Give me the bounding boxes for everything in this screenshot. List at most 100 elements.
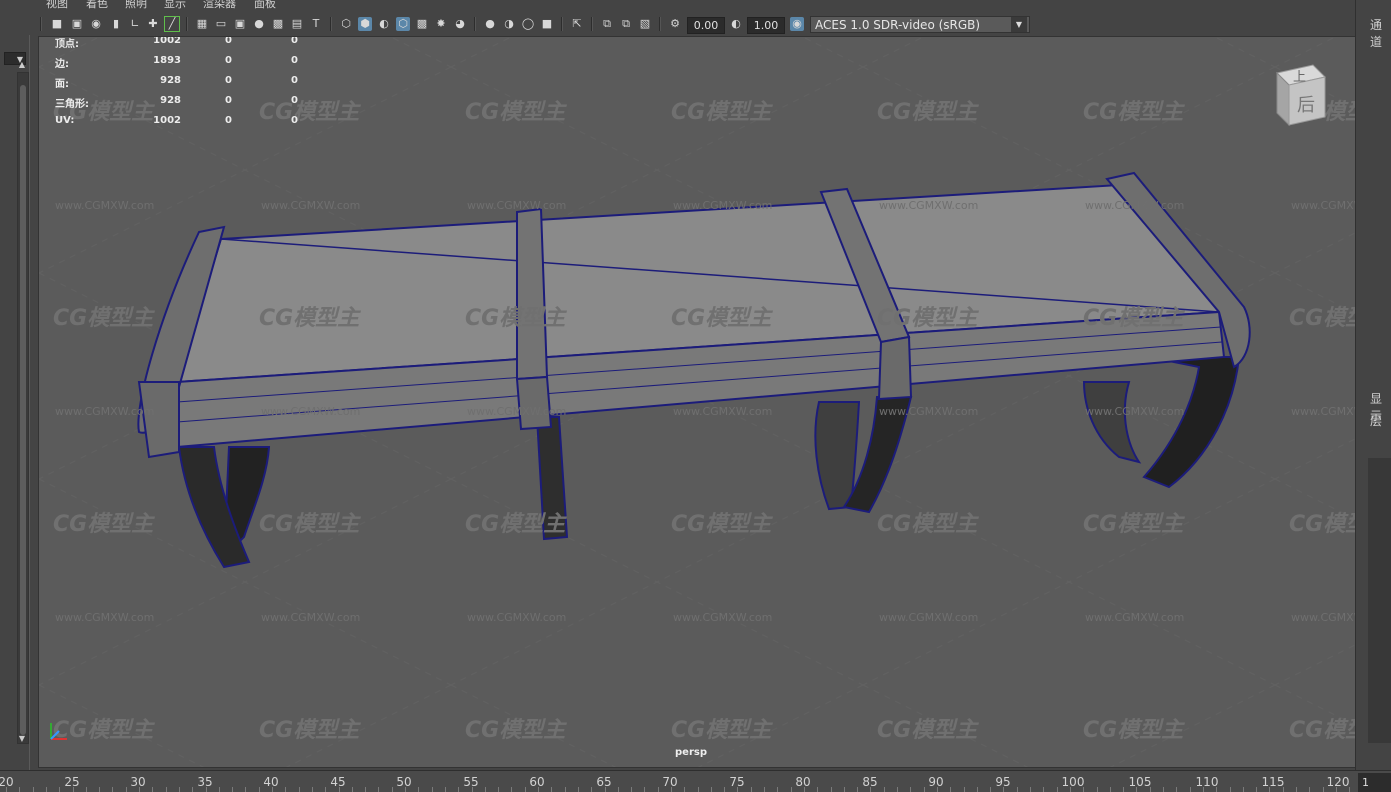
menu-renderer[interactable]: 渲染器	[203, 0, 236, 11]
3d-viewport[interactable]: CG模型主 CG模型主 CG模型主 CG模型主 CG模型主 CG模型主 CG模型…	[38, 36, 1357, 768]
menu-view[interactable]: 视图	[46, 0, 68, 11]
anti-aliasing-icon[interactable]: ◯	[521, 17, 535, 31]
select-camera-icon[interactable]: ■	[50, 17, 64, 31]
default-material-icon[interactable]: ◐	[377, 17, 391, 31]
frame-tick-mark	[618, 787, 619, 792]
bookmark-icon[interactable]: ◉	[89, 17, 103, 31]
hud-label: 顶点:	[55, 39, 79, 50]
hud-value: 1002	[153, 36, 181, 46]
shadows-icon[interactable]: ◕	[453, 17, 467, 31]
camera-name-label: persp	[675, 747, 707, 758]
smooth-shade-icon[interactable]: ⬢	[358, 17, 372, 31]
film-gate-icon[interactable]: ▭	[214, 17, 228, 31]
watermark-logo: CG模型主	[1289, 718, 1356, 743]
bench-band-a-front[interactable]	[515, 375, 553, 431]
image-plane-icon[interactable]: ▮	[109, 17, 123, 31]
frame-tick-mark	[1110, 787, 1111, 792]
color-space-label: ACES 1.0 SDR-video (sRGB)	[815, 18, 981, 32]
frame-tick-mark	[937, 787, 938, 792]
xray-icon[interactable]: ⧉	[600, 17, 614, 31]
grid-icon[interactable]: ▦	[195, 17, 209, 31]
scroll-down-icon[interactable]: ▼	[17, 734, 27, 744]
frame-tick-mark	[259, 787, 260, 792]
frame-tick-label: 50	[396, 775, 412, 789]
frame-tick-mark	[339, 787, 340, 792]
toolbar-separator	[330, 17, 332, 31]
scroll-up-icon[interactable]: ▲	[17, 60, 27, 70]
screen-space-ao-icon[interactable]: ●	[483, 17, 497, 31]
viewport-canvas[interactable]: CG模型主 CG模型主 CG模型主 CG模型主 CG模型主 CG模型主 CG模型…	[39, 37, 1356, 767]
motion-blur-icon[interactable]: ◑	[502, 17, 516, 31]
watermark-url: www.CGMXW.com	[261, 611, 360, 624]
view-cube[interactable]: 上 后	[1273, 63, 1329, 129]
channel-box-tab[interactable]: 通道	[1370, 16, 1391, 50]
watermark-url: www.CGMXW.com	[1085, 405, 1184, 418]
current-frame-field[interactable]: 1	[1358, 773, 1391, 792]
watermark-logo: CG模型主	[877, 100, 979, 125]
gamma-icon[interactable]: ◐	[729, 17, 743, 31]
bench-band-a[interactable]	[516, 207, 549, 381]
frame-tick-mark	[977, 787, 978, 792]
field-chart-icon[interactable]: ▩	[271, 17, 285, 31]
wireframe-icon[interactable]: ⬡	[339, 17, 353, 31]
watermark-logo: CG模型主	[259, 306, 361, 331]
menu-shading[interactable]: 着色	[86, 0, 108, 11]
color-management-icon[interactable]: ◉	[790, 17, 804, 31]
frame-tick-mark	[870, 787, 871, 792]
frame-tick-mark	[751, 787, 752, 792]
menu-lighting[interactable]: 照明	[125, 0, 147, 11]
menu-panels[interactable]: 面板	[254, 0, 276, 11]
gamma-field[interactable]: 1.00	[747, 17, 785, 34]
watermark-logo: CG模型主	[465, 100, 567, 125]
frame-tick-label: 45	[330, 775, 346, 789]
layer-tab[interactable]: 层	[1370, 412, 1382, 429]
grid-toggle-icon[interactable]: ╱	[164, 16, 180, 32]
exposure-field[interactable]: 0.00	[687, 17, 725, 34]
frame-tick-mark	[924, 787, 925, 792]
wireframe-on-shaded-icon[interactable]: ⬡	[396, 17, 410, 31]
frame-tick-mark	[299, 787, 300, 792]
frame-tick-mark	[511, 787, 512, 792]
frame-tick-mark	[1176, 787, 1177, 792]
resolution-gate-icon[interactable]: ▣	[233, 17, 247, 31]
exposure-icon[interactable]: ⚙	[668, 17, 682, 31]
frame-tick-label: 105	[1128, 775, 1152, 789]
chevron-down-icon: ▼	[1011, 17, 1027, 32]
left-scrollbar-thumb[interactable]	[20, 85, 26, 735]
hud-value: 928	[160, 95, 181, 106]
watermark-logo: CG模型主	[465, 718, 567, 743]
frame-tick-mark	[884, 787, 885, 792]
hud-row-edges: 边: 1893 0 0	[55, 55, 315, 70]
grease-pencil-icon[interactable]: ✚	[146, 17, 160, 31]
left-scrollbar[interactable]	[17, 72, 29, 744]
menu-show[interactable]: 显示	[164, 0, 186, 11]
layer-editor-panel[interactable]	[1368, 458, 1391, 743]
2d-pan-zoom-icon[interactable]: ∟	[128, 17, 142, 31]
safe-title-icon[interactable]: T	[309, 17, 323, 31]
frame-tick-mark	[1017, 787, 1018, 792]
hud-label: UV:	[55, 115, 75, 126]
hud-value: 0	[291, 36, 298, 46]
view-cube-top-label: 上	[1293, 70, 1306, 85]
time-slider[interactable]: 20 25 30 35 40 45 50 55 60 65 70 75 80 8…	[0, 770, 1391, 792]
textured-icon[interactable]: ▩	[415, 17, 429, 31]
gate-mask-icon[interactable]: ●	[252, 17, 266, 31]
xray-joints-icon[interactable]: ⧉	[619, 17, 633, 31]
color-space-dropdown[interactable]: ACES 1.0 SDR-video (sRGB) ▼	[810, 16, 1030, 33]
hud-value: 928	[160, 75, 181, 86]
frame-tick-mark	[1163, 787, 1164, 792]
safe-action-icon[interactable]: ▤	[290, 17, 304, 31]
bench-band-b-front[interactable]	[877, 335, 913, 401]
frame-tick-mark	[1070, 787, 1071, 792]
use-all-lights-icon[interactable]: ✸	[434, 17, 448, 31]
watermark-url: www.CGMXW.com	[1085, 611, 1184, 624]
frame-tick-label: 65	[596, 775, 612, 789]
frame-tick-mark	[86, 787, 87, 792]
frame-tick-label: 25	[64, 775, 80, 789]
frame-tick-mark	[1349, 787, 1350, 792]
watermark-url: www.CGMXW.com	[55, 611, 154, 624]
isolate-select-icon[interactable]: ⇱	[570, 17, 584, 31]
depth-of-field-icon[interactable]: ■	[540, 17, 554, 31]
xray-components-icon[interactable]: ▧	[638, 17, 652, 31]
camera-attributes-icon[interactable]: ▣	[70, 17, 84, 31]
